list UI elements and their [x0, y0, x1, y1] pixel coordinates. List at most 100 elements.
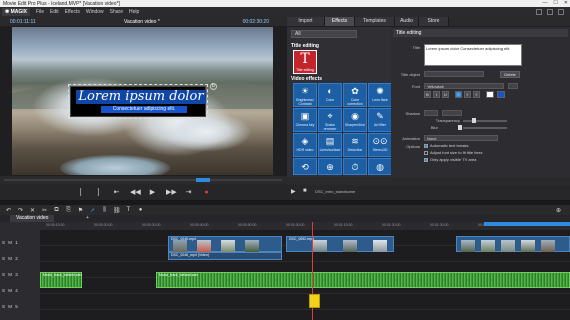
effect-distortion[interactable]: ≋ Distortion: [343, 133, 367, 157]
split-icon[interactable]: ⫼: [101, 207, 108, 214]
shadow-offset[interactable]: [442, 110, 462, 116]
transparency-knob[interactable]: [472, 118, 476, 123]
zoom-icon[interactable]: ⊕: [555, 207, 562, 214]
shadow-toggle[interactable]: [424, 110, 438, 116]
pointer-icon[interactable]: ➚: [89, 207, 96, 214]
audio-clip[interactable]: Music_track_Iceland.wav: [40, 272, 82, 288]
align-left-button[interactable]: ≡: [455, 91, 462, 98]
fast-forward-icon[interactable]: ▶▶: [166, 188, 177, 196]
opt-tv-area[interactable]: Only apply visible TV area: [424, 157, 476, 162]
effect-color-correction[interactable]: ✿ Color correction: [343, 83, 367, 107]
timeline-tracks[interactable]: DSC_0045.mp4 DSC_0046_mp4 (Video) DSC_00…: [40, 230, 570, 320]
transparency-slider[interactable]: [463, 120, 507, 122]
layout-3-icon[interactable]: [558, 9, 564, 15]
title-text-field[interactable]: Lorem ipsum dolor Consectetuer adipiscin…: [424, 44, 522, 66]
title-clip-marker[interactable]: [309, 294, 320, 308]
cut-icon[interactable]: ✂: [41, 207, 48, 214]
record-icon[interactable]: ●: [202, 189, 211, 196]
menu-help[interactable]: Help: [129, 9, 139, 15]
marker-icon[interactable]: ⚑: [77, 207, 84, 214]
next-marker-icon[interactable]: ⇥: [184, 188, 193, 196]
menu-effects[interactable]: Effects: [65, 9, 80, 15]
title-object-select[interactable]: [424, 71, 484, 77]
audio-clip[interactable]: Music_track_Iceland.wav: [156, 272, 570, 288]
effect-more-4[interactable]: ◍: [368, 158, 392, 175]
media-scrub-bar[interactable]: [287, 177, 570, 185]
effect-more-1[interactable]: ⟲: [293, 158, 317, 175]
track-2-header[interactable]: S M 2: [2, 256, 19, 261]
effect-more-2[interactable]: ⊕: [318, 158, 342, 175]
menu-file[interactable]: File: [36, 9, 44, 15]
layout-2-icon[interactable]: [547, 9, 553, 15]
copy-icon[interactable]: ⧉: [53, 207, 60, 214]
minimize-icon[interactable]: —: [542, 0, 547, 6]
category-select[interactable]: All: [291, 30, 357, 38]
track-1-header[interactable]: S M 1: [2, 240, 19, 245]
effect-art-filter[interactable]: ✎ Art filter: [368, 108, 392, 132]
delete-button[interactable]: Delete: [500, 71, 520, 78]
tab-audio[interactable]: Audio: [395, 17, 419, 26]
tab-import[interactable]: Import: [287, 17, 325, 26]
video-clip-lower[interactable]: DSC_0046_mp4 (Video): [168, 252, 282, 260]
align-center-button[interactable]: ≡: [464, 91, 471, 98]
menu-edit[interactable]: Edit: [50, 9, 59, 15]
checkbox-icon[interactable]: [424, 150, 428, 155]
opt-auto-breaks[interactable]: Automatic text breaks: [424, 143, 468, 148]
link-icon[interactable]: ⛓: [113, 207, 121, 214]
track-4-header[interactable]: S M 4: [2, 288, 19, 293]
track-3-header[interactable]: S M 3: [2, 272, 19, 277]
effect-stereo3d[interactable]: ⊙⊙ Stereo3D: [368, 133, 392, 157]
align-right-button[interactable]: ≡: [473, 91, 480, 98]
underline-button[interactable]: U: [442, 91, 449, 98]
font-color-swatch[interactable]: [486, 91, 494, 98]
mark-in-icon[interactable]: [: [76, 189, 85, 196]
mark-out-icon[interactable]: ]: [94, 189, 103, 196]
delete-icon[interactable]: ✕: [29, 207, 36, 214]
bold-button[interactable]: B: [424, 91, 431, 98]
font-size-field[interactable]: [508, 83, 518, 89]
effect-shake-remover[interactable]: ⌖ Shake remover: [318, 108, 342, 132]
project-tab[interactable]: Vacation video: [10, 215, 55, 222]
add-tab-icon[interactable]: +: [86, 215, 89, 221]
video-clip[interactable]: [456, 236, 570, 252]
effect-sharpen-blur[interactable]: ◉ Sharpen/blur: [343, 108, 367, 132]
stop-icon[interactable]: ■: [303, 188, 307, 194]
effect-color[interactable]: ◐ Color: [318, 83, 342, 107]
effect-more-3[interactable]: ⏱: [343, 158, 367, 175]
menu-window[interactable]: Window: [86, 9, 104, 15]
title-editing-tile[interactable]: T Title editing: [293, 50, 317, 74]
effect-brightness-contrast[interactable]: ☀ Brightness/ Contrast: [293, 83, 317, 107]
play-icon[interactable]: ▶: [148, 188, 157, 196]
redo-icon[interactable]: ↷: [17, 207, 24, 214]
effect-lens-flare[interactable]: ✺ Lens flare: [368, 83, 392, 107]
prev-marker-icon[interactable]: ⇤: [112, 188, 121, 196]
blur-knob[interactable]: [458, 125, 462, 130]
rotate-handle-icon[interactable]: ↻: [210, 83, 217, 90]
menu-share[interactable]: Share: [110, 9, 123, 15]
text-icon[interactable]: T: [125, 207, 132, 213]
animation-select[interactable]: None: [424, 135, 498, 141]
selection-frame[interactable]: [68, 84, 208, 119]
effect-chroma-key[interactable]: ▣ Chroma key: [293, 108, 317, 132]
font-select[interactable]: Yellowtail: [424, 83, 504, 89]
opt-fit-font[interactable]: Adjust font size to fit title lines: [424, 150, 482, 155]
effect-hdr-video[interactable]: ◈ HDR video: [293, 133, 317, 157]
tab-store[interactable]: Store: [419, 17, 449, 26]
loop-range[interactable]: [484, 222, 570, 226]
undo-icon[interactable]: ↶: [5, 207, 12, 214]
scrub-range[interactable]: [196, 178, 210, 182]
checkbox-icon[interactable]: [424, 143, 428, 148]
tab-templates[interactable]: Templates: [355, 17, 395, 26]
close-icon[interactable]: ✕: [564, 0, 568, 6]
tab-effects[interactable]: Effects: [325, 17, 355, 26]
paste-icon[interactable]: ⎘: [65, 207, 72, 214]
timeline-record-icon[interactable]: ●: [137, 207, 144, 213]
rewind-icon[interactable]: ◀◀: [130, 188, 141, 196]
maximize-icon[interactable]: ☐: [553, 0, 557, 6]
video-clip[interactable]: DSC_0052.mp4: [286, 236, 394, 252]
play-icon[interactable]: ▶: [291, 188, 296, 195]
italic-button[interactable]: I: [433, 91, 440, 98]
blur-slider[interactable]: [463, 127, 507, 129]
background-color-swatch[interactable]: [497, 91, 505, 98]
track-5-header[interactable]: S M 5: [2, 304, 19, 309]
